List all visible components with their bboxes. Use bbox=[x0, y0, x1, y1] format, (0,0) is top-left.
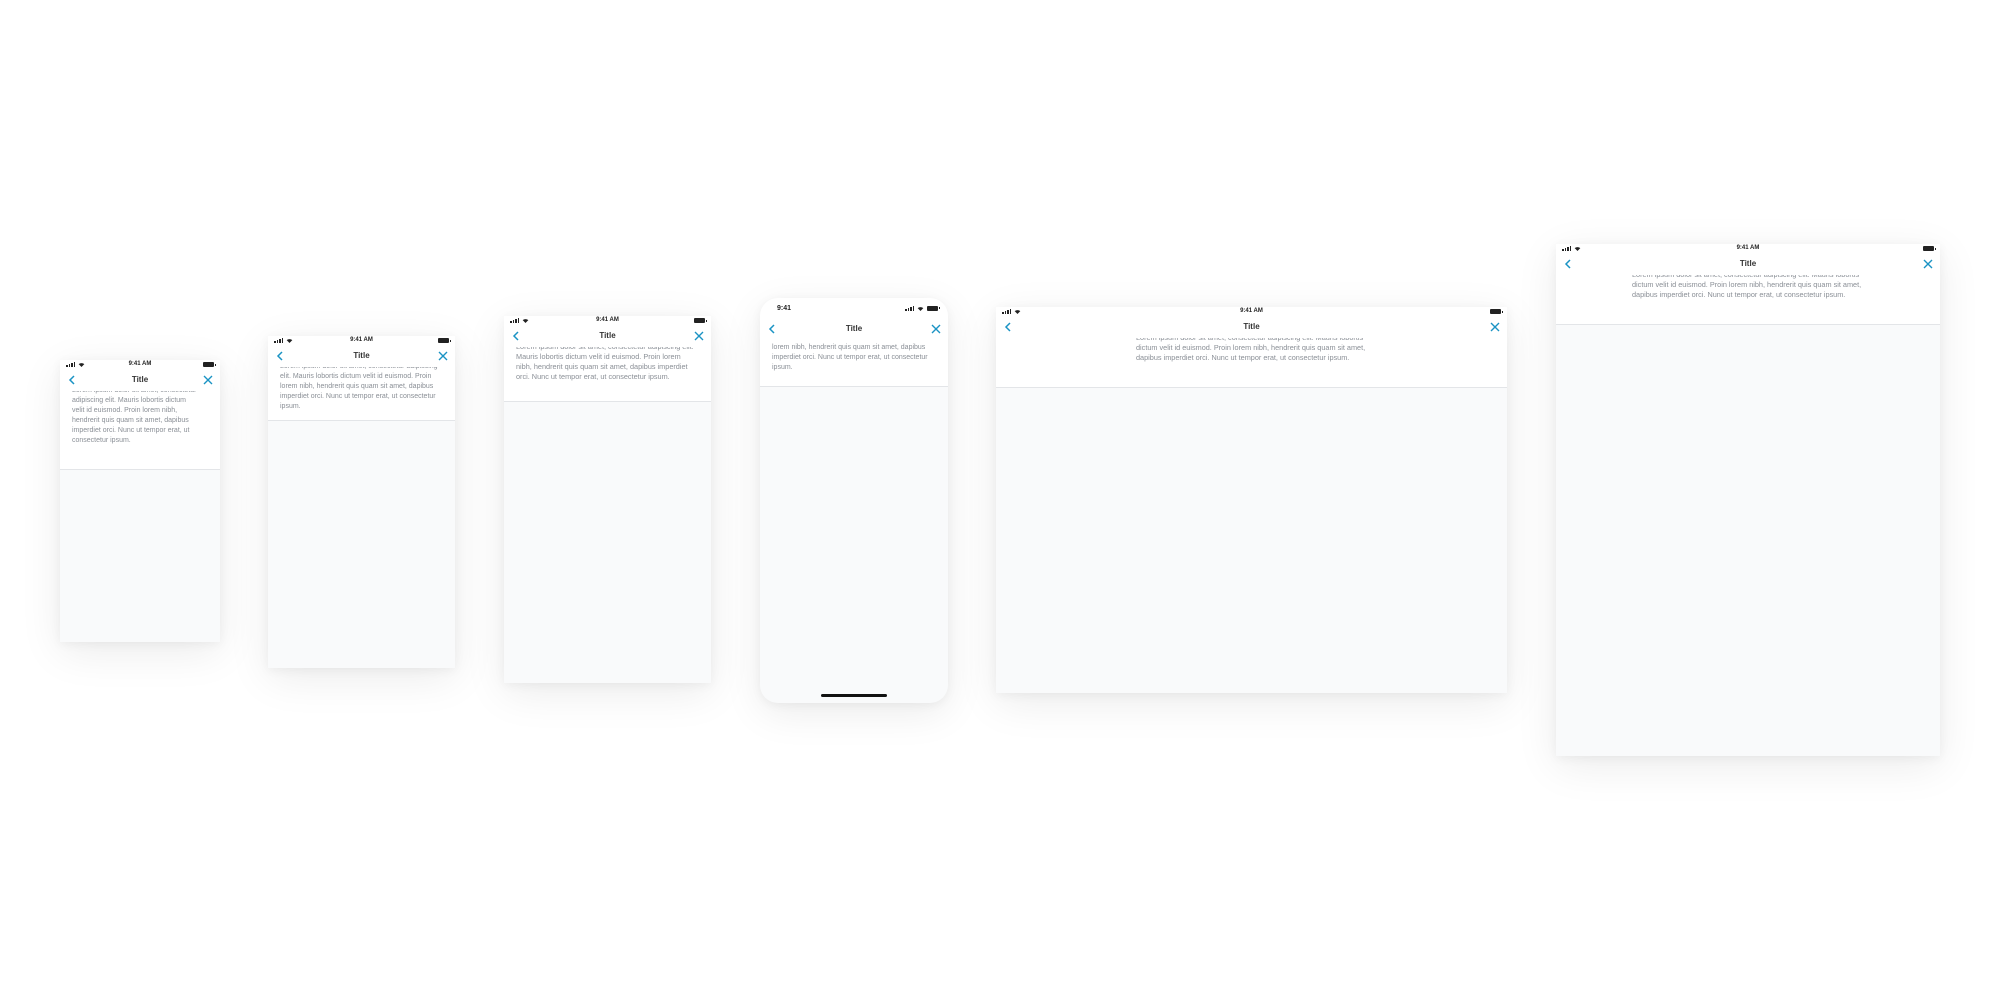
status-bar: 9:41 AM bbox=[268, 336, 455, 345]
content-area: Lorem ipsum dolor sit amet, consectetur … bbox=[60, 391, 220, 470]
nav-title: Title bbox=[353, 351, 370, 360]
device-frame-tablet-portrait: 9:41 AM Title Lorem ipsum dolor sit amet… bbox=[1556, 244, 1940, 756]
body-text: Lorem ipsum dolor sit amet, consectetur … bbox=[1632, 275, 1862, 299]
close-icon[interactable] bbox=[438, 351, 448, 361]
content-area: Lorem ipsum dolor sit amet, consectetur … bbox=[996, 338, 1507, 388]
nav-title: Title bbox=[131, 375, 149, 384]
status-time: 9:41 AM bbox=[350, 337, 373, 343]
navigation-bar: Title bbox=[268, 345, 455, 368]
status-bar: 9:41 AM bbox=[996, 307, 1507, 316]
device-frame-small-phone: 9:41 AM Title Lorem ipsum dolor sit amet… bbox=[60, 360, 220, 642]
status-time: 9:41 AM bbox=[596, 317, 619, 323]
body-text: Lorem ipsum dolor sit amet, consectetur … bbox=[1136, 338, 1366, 362]
device-frame-medium-phone: 9:41 AM Title Lorem ipsum dolor sit amet… bbox=[268, 336, 455, 668]
status-time: 9:41 bbox=[777, 305, 792, 312]
status-bar: 9:41 AM bbox=[60, 360, 220, 369]
battery-icon bbox=[1490, 309, 1503, 314]
close-icon[interactable] bbox=[1490, 322, 1500, 332]
navigation-bar: Title bbox=[1556, 253, 1940, 276]
signal-icon bbox=[905, 305, 914, 311]
battery-icon bbox=[927, 305, 940, 311]
status-bar: 9:41 AM bbox=[504, 316, 711, 325]
status-time: 9:41 AM bbox=[1736, 245, 1760, 251]
body-text: Lorem ipsum dolor sit amet, consectetur … bbox=[280, 367, 438, 410]
body-text: Lorem ipsum dolor sit amet, consectetur … bbox=[772, 340, 928, 371]
battery-icon bbox=[438, 338, 451, 343]
status-time: 9:41 AM bbox=[1240, 308, 1263, 314]
battery-icon bbox=[203, 362, 216, 367]
navigation-bar: Title bbox=[760, 318, 948, 341]
body-text: Lorem ipsum dolor sit amet, consectetur … bbox=[516, 347, 694, 381]
home-indicator[interactable] bbox=[821, 694, 887, 697]
content-area: Lorem ipsum dolor sit amet, consectetur … bbox=[1556, 275, 1940, 325]
nav-title: Title bbox=[599, 331, 616, 340]
navigation-bar: Title bbox=[996, 316, 1507, 339]
close-icon[interactable] bbox=[694, 331, 704, 341]
body-text: Lorem ipsum dolor sit amet, consectetur … bbox=[72, 391, 197, 444]
device-frame-large-phone: 9:41 AM Title Lorem ipsum dolor sit amet… bbox=[504, 316, 711, 683]
navigation-bar: Title bbox=[60, 369, 220, 392]
close-icon[interactable] bbox=[203, 375, 213, 385]
wifi-icon bbox=[917, 306, 924, 311]
nav-title: Title bbox=[845, 324, 863, 333]
status-bar: 9:41 bbox=[760, 298, 948, 318]
content-area: Lorem ipsum dolor sit amet, consectetur … bbox=[504, 347, 711, 402]
nav-title: Title bbox=[1243, 322, 1260, 331]
battery-icon bbox=[694, 318, 707, 323]
close-icon[interactable] bbox=[1923, 259, 1933, 269]
nav-title: Title bbox=[1739, 259, 1757, 268]
content-area: Lorem ipsum dolor sit amet, consectetur … bbox=[760, 340, 948, 387]
status-bar: 9:41 AM bbox=[1556, 244, 1940, 253]
battery-icon bbox=[1923, 246, 1936, 251]
close-icon[interactable] bbox=[931, 324, 941, 334]
content-area: Lorem ipsum dolor sit amet, consectetur … bbox=[268, 367, 455, 421]
status-time: 9:41 AM bbox=[128, 361, 152, 367]
device-frame-tablet-landscape: 9:41 AM Title Lorem ipsum dolor sit amet… bbox=[996, 307, 1507, 693]
navigation-bar: Title bbox=[504, 325, 711, 348]
device-frame-notched-phone: 9:41 Title Lorem ipsum dolor sit amet, c… bbox=[760, 298, 948, 703]
